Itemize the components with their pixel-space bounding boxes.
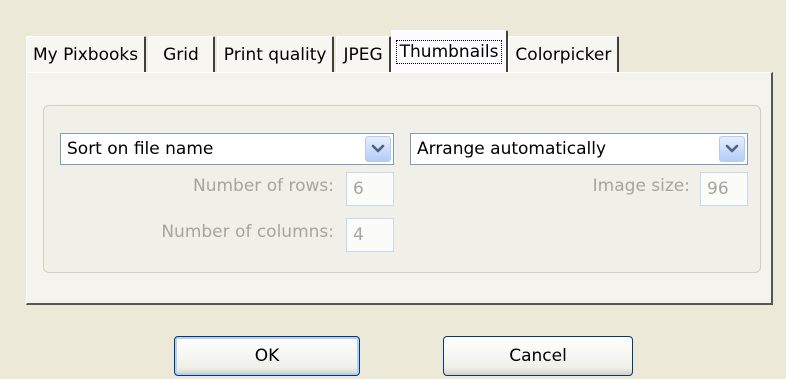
tab-label: Print quality [223, 44, 327, 65]
tab-colorpicker[interactable]: Colorpicker [508, 36, 620, 72]
tab-strip: My Pixbooks Grid Print quality JPEG Thum… [26, 30, 621, 72]
tab-thumbnails[interactable]: Thumbnails [390, 30, 509, 72]
settings-dialog: My Pixbooks Grid Print quality JPEG Thum… [0, 0, 786, 379]
chevron-down-icon [371, 144, 385, 153]
tab-my-pixbooks[interactable]: My Pixbooks [26, 36, 147, 72]
sort-dropdown-button[interactable] [365, 136, 391, 162]
tab-label: JPEG [343, 44, 383, 65]
thumbnails-panel: Sort on file name Arrange automatically … [26, 72, 773, 305]
sort-dropdown[interactable]: Sort on file name [60, 133, 394, 165]
arrange-dropdown-button[interactable] [719, 136, 745, 162]
cancel-button[interactable]: Cancel [443, 336, 633, 376]
tab-jpeg[interactable]: JPEG [336, 36, 391, 72]
arrange-dropdown[interactable]: Arrange automatically [410, 133, 748, 165]
tab-grid[interactable]: Grid [148, 36, 215, 72]
tab-label: Thumbnails [395, 39, 503, 64]
thumbnails-group: Sort on file name Arrange automatically … [43, 105, 761, 273]
ok-button[interactable]: OK [174, 336, 360, 376]
tab-label: Colorpicker [515, 44, 612, 65]
columns-input[interactable] [346, 218, 394, 252]
columns-label: Number of columns: [161, 222, 334, 242]
chevron-down-icon [725, 144, 739, 153]
rows-label: Number of rows: [193, 176, 334, 196]
arrange-dropdown-value: Arrange automatically [417, 139, 607, 159]
tab-label: My Pixbooks [33, 44, 139, 65]
sort-dropdown-value: Sort on file name [67, 139, 214, 159]
rows-input[interactable] [346, 172, 394, 206]
image-size-input[interactable] [700, 172, 748, 206]
tab-print-quality[interactable]: Print quality [216, 36, 335, 72]
tab-label: Grid [163, 44, 199, 65]
image-size-label: Image size: [592, 176, 690, 196]
